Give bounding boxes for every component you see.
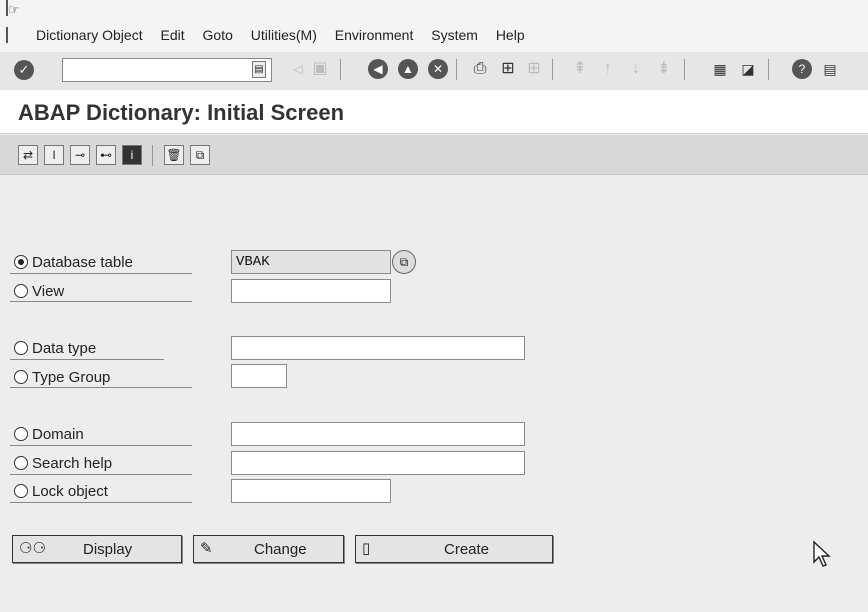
- copy-icon[interactable]: ⧉: [190, 145, 210, 165]
- search-help-field[interactable]: [231, 451, 525, 475]
- view-field[interactable]: [231, 279, 391, 303]
- menu-system[interactable]: System: [431, 27, 478, 43]
- display-button[interactable]: ⚆⚆ Display: [12, 535, 182, 563]
- option-search-help[interactable]: Search help: [14, 455, 112, 472]
- label-underline: [10, 502, 192, 503]
- create-session-icon[interactable]: ▦: [710, 59, 730, 79]
- menu-utilities[interactable]: Utilities(M): [251, 27, 317, 43]
- first-page-icon[interactable]: ⇞: [570, 59, 590, 79]
- find-next-icon[interactable]: ⊞: [524, 59, 544, 79]
- new-document-icon: ▯: [362, 540, 371, 557]
- command-field[interactable]: [62, 58, 272, 82]
- save-icon[interactable]: ▣: [310, 59, 330, 79]
- database-table-field[interactable]: VBAK: [231, 250, 391, 274]
- print-icon[interactable]: ⎙: [470, 59, 490, 79]
- change-button[interactable]: ✎ Change: [193, 535, 344, 563]
- separator: [684, 59, 685, 80]
- next-page-icon[interactable]: ↓: [626, 59, 646, 79]
- enter-check-icon[interactable]: ✓: [14, 60, 34, 80]
- pencil-icon: ✎: [200, 540, 213, 557]
- option-label: Lock object: [32, 483, 108, 500]
- domain-field[interactable]: [231, 422, 525, 446]
- shortcut-icon[interactable]: ◪: [738, 59, 758, 79]
- window-menu-icon[interactable]: ☞: [8, 3, 22, 17]
- find-icon[interactable]: ⊞: [498, 59, 518, 79]
- menu-bar: [0, 0, 868, 52]
- create-button[interactable]: ▯ Create: [355, 535, 553, 563]
- layout-menu-icon[interactable]: ▤: [820, 59, 840, 79]
- option-lock-object[interactable]: Lock object: [14, 483, 108, 500]
- separator: [552, 59, 553, 80]
- previous-page-icon[interactable]: ↑: [598, 59, 618, 79]
- other-object-icon[interactable]: ⇄: [18, 145, 38, 165]
- page-title: ABAP Dictionary: Initial Screen: [18, 100, 345, 125]
- menu-help[interactable]: Help: [496, 27, 525, 43]
- option-label: Type Group: [32, 369, 111, 386]
- type-group-field[interactable]: [231, 364, 287, 388]
- separator: [152, 145, 153, 166]
- display-button-label: Display: [83, 541, 133, 558]
- option-type-group[interactable]: Type Group: [14, 369, 110, 386]
- option-database-table[interactable]: Database table: [14, 254, 133, 271]
- last-page-icon[interactable]: ⇟: [654, 59, 674, 79]
- option-domain[interactable]: Domain: [14, 426, 84, 443]
- label-underline: [10, 445, 192, 446]
- glasses-icon: ⚆⚆: [19, 540, 46, 557]
- option-data-type[interactable]: Data type: [14, 340, 96, 357]
- menu-items: Dictionary Object Edit Goto Utilities(M)…: [36, 27, 539, 43]
- menu-goto[interactable]: Goto: [203, 27, 233, 43]
- arrow-left-icon[interactable]: ◁: [288, 59, 308, 79]
- copy-object-icon[interactable]: ⊷: [96, 145, 116, 165]
- menu-environment[interactable]: Environment: [335, 27, 414, 43]
- label-underline: [10, 273, 192, 274]
- label-underline: [10, 301, 192, 302]
- radio-button[interactable]: [14, 484, 28, 498]
- radio-button[interactable]: [14, 427, 28, 441]
- menu-edit[interactable]: Edit: [160, 27, 184, 43]
- radio-button[interactable]: [14, 456, 28, 470]
- delete-icon[interactable]: 🗑: [164, 145, 184, 165]
- exit-icon[interactable]: ▲: [398, 59, 418, 79]
- mouse-pointer-icon: [813, 540, 831, 567]
- separator: [340, 59, 341, 80]
- radio-button[interactable]: [14, 341, 28, 355]
- menu-dictionary-object[interactable]: Dictionary Object: [36, 27, 143, 43]
- command-field-history-icon[interactable]: ▤: [252, 61, 266, 78]
- radio-button[interactable]: [14, 370, 28, 384]
- help-icon[interactable]: ?: [792, 59, 812, 79]
- option-label: Data type: [32, 340, 97, 357]
- data-type-field[interactable]: [231, 336, 525, 360]
- label-underline: [10, 387, 192, 388]
- where-used-icon[interactable]: ⊸: [70, 145, 90, 165]
- window-edge: [6, 27, 8, 43]
- check-icon[interactable]: ǀ: [44, 145, 64, 165]
- lock-object-field[interactable]: [231, 479, 391, 503]
- change-button-label: Change: [254, 541, 307, 558]
- option-label: Domain: [32, 426, 84, 443]
- option-label: Database table: [32, 254, 133, 271]
- label-underline: [10, 359, 164, 360]
- value-help-icon[interactable]: ⧉: [392, 250, 416, 274]
- separator: [456, 59, 457, 80]
- radio-button[interactable]: [14, 255, 28, 269]
- option-label: View: [32, 283, 65, 300]
- option-view[interactable]: View: [14, 283, 64, 300]
- info-icon[interactable]: i: [122, 145, 142, 165]
- label-underline: [10, 474, 192, 475]
- option-label: Search help: [32, 455, 113, 472]
- cancel-icon[interactable]: ✕: [428, 59, 448, 79]
- create-button-label: Create: [444, 541, 490, 558]
- radio-button[interactable]: [14, 284, 28, 298]
- separator: [768, 59, 769, 80]
- back-icon[interactable]: ◀: [368, 59, 388, 79]
